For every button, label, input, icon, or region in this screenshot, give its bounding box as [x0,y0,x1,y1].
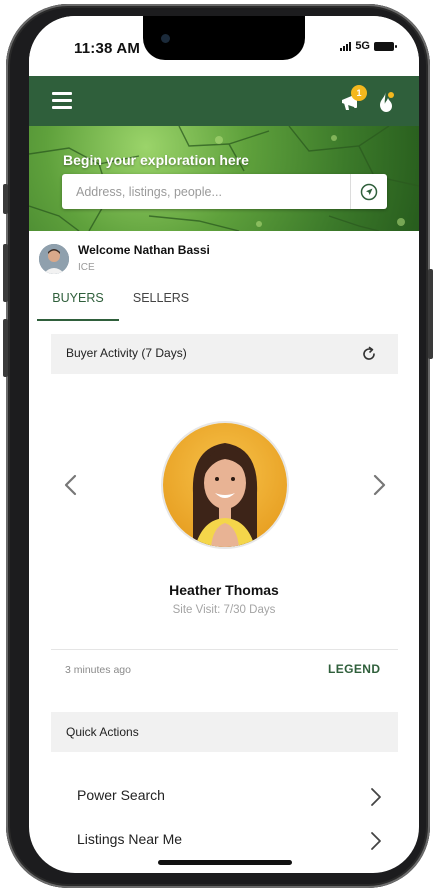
buyer-portrait [163,423,287,547]
welcome-section: Welcome Nathan Bassi ICE [29,231,419,291]
location-button[interactable] [351,174,387,209]
chevron-left-icon[interactable] [61,473,81,497]
mute-switch [3,184,8,214]
tab-buyers[interactable]: BUYERS [37,291,119,321]
avatar[interactable] [39,244,69,274]
updated-time: 3 minutes ago [65,664,131,676]
signal-icon [340,41,352,51]
buyer-site-visit: Site Visit: 7/30 Days [172,604,276,616]
battery-icon [374,41,397,51]
tab-bar: BUYERS SELLERS [29,291,419,321]
flame-icon[interactable] [376,90,396,114]
welcome-title: Welcome Nathan Bassi [78,243,210,257]
home-indicator[interactable] [158,860,292,865]
notification-badge: 1 [351,85,367,101]
welcome-subtitle: ICE [78,262,95,273]
search-input[interactable] [62,174,350,209]
user-photo [39,244,69,274]
quick-actions-header: Quick Actions [51,712,398,752]
buyer-photo[interactable] [161,421,289,549]
quick-action-label: Power Search [77,787,165,803]
power-button [428,269,433,359]
quick-actions-title: Quick Actions [66,725,139,739]
quick-action-listings-near-me[interactable]: Listings Near Me [51,821,398,861]
legend-button[interactable]: LEGEND [328,662,380,676]
navigation-icon [360,183,378,200]
volume-up-button [3,244,8,302]
search-box [62,174,387,209]
quick-action-power-search[interactable]: Power Search [51,777,398,817]
status-time: 11:38 AM [74,40,141,57]
app-bar: 1 [29,76,419,126]
buyer-activity-header: Buyer Activity (7 Days) [51,334,398,374]
volume-down-button [3,319,8,377]
front-camera [161,34,170,43]
status-indicators: 5G [340,40,397,52]
buyer-carousel: Heather Thomas Site Visit: 7/30 Days [29,376,419,646]
buyer-activity-title: Buyer Activity (7 Days) [66,346,187,360]
tab-sellers[interactable]: SELLERS [121,291,201,321]
hero-title: Begin your exploration here [63,152,249,168]
app-screen: 11:38 AM 5G 1 Begin your exploration her… [29,16,419,873]
notch [143,16,305,60]
chevron-right-icon [371,832,381,850]
quick-action-label: Listings Near Me [77,831,183,847]
hero-banner: Begin your exploration here [29,126,419,231]
network-label: 5G [355,40,370,52]
refresh-icon[interactable] [360,345,378,363]
status-bar: 11:38 AM 5G [29,16,419,76]
chevron-right-icon[interactable] [369,473,389,497]
buyer-name[interactable]: Heather Thomas [29,582,419,598]
chevron-right-icon [371,788,381,806]
divider [51,649,398,650]
menu-icon[interactable] [52,92,72,109]
